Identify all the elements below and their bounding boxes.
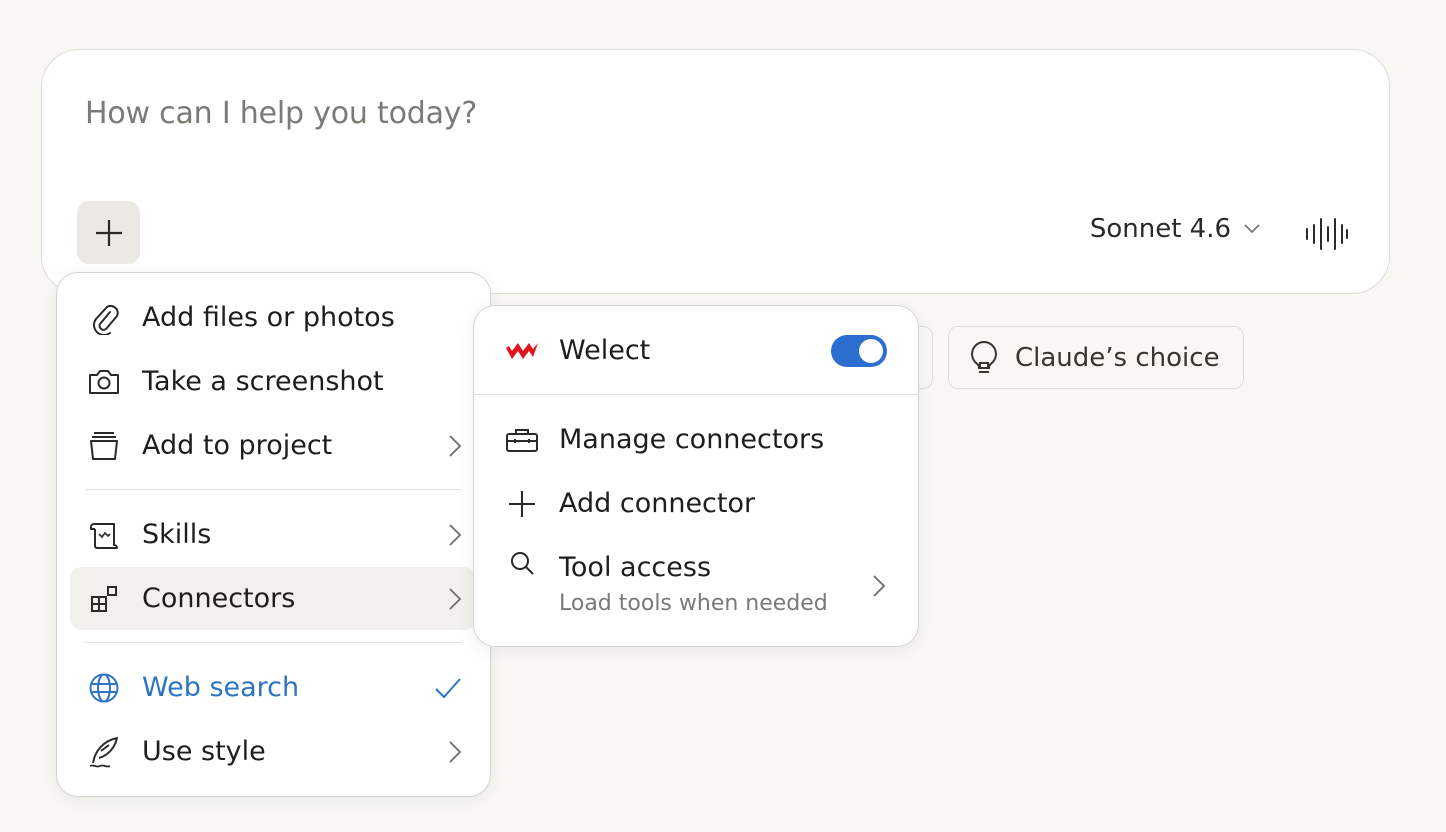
checkmark-icon — [434, 676, 462, 700]
lightbulb-icon — [971, 340, 997, 373]
claudes-choice-chip[interactable]: Claude’s choice — [948, 326, 1244, 389]
chevron-right-icon — [872, 574, 886, 602]
connector-welect[interactable]: Welect — [494, 319, 898, 382]
toolbox-icon — [494, 426, 550, 454]
menu-item-connectors[interactable]: Connectors — [70, 567, 476, 630]
scroll-icon — [78, 520, 130, 550]
voice-mode-button[interactable] — [1305, 217, 1349, 255]
quill-icon — [78, 735, 130, 769]
menu-item-use-style[interactable]: Use style — [70, 720, 476, 783]
menu-item-skills[interactable]: Skills — [70, 503, 476, 566]
tool-access-label: Tool access — [559, 552, 712, 583]
menu-item-label: Take a screenshot — [142, 366, 384, 397]
project-stack-icon — [78, 431, 130, 461]
menu-item-label: Add files or photos — [142, 302, 395, 333]
menu-item-label: Add connector — [559, 488, 756, 519]
plus-icon — [95, 219, 122, 246]
chevron-right-icon — [448, 434, 462, 458]
menu-item-add-to-project[interactable]: Add to project — [70, 414, 476, 477]
chevron-right-icon — [448, 523, 462, 547]
chat-composer[interactable]: How can I help you today? Sonnet 4.6 — [41, 49, 1390, 294]
chip-label: Claude’s choice — [1015, 342, 1220, 373]
menu-divider — [85, 642, 462, 643]
chevron-down-icon — [1244, 224, 1260, 234]
menu-item-screenshot[interactable]: Take a screenshot — [70, 350, 476, 413]
menu-item-label: Connectors — [142, 583, 296, 614]
prompt-input[interactable]: How can I help you today? — [85, 96, 477, 131]
connectors-submenu: Welect Manage connectors Add connector T… — [473, 305, 919, 647]
chevron-right-icon — [448, 740, 462, 764]
submenu-divider — [474, 394, 918, 395]
tool-access-text: Tool access Load tools when needed — [559, 552, 872, 616]
add-content-button[interactable] — [77, 201, 140, 264]
waveform-icon — [1306, 218, 1348, 250]
menu-item-label: Manage connectors — [559, 424, 825, 455]
model-selector[interactable]: Sonnet 4.6 — [1090, 214, 1261, 244]
camera-icon — [78, 368, 130, 396]
add-connector-item[interactable]: Add connector — [494, 472, 898, 535]
menu-item-label: Use style — [142, 736, 266, 767]
menu-item-web-search[interactable]: Web search — [70, 656, 476, 719]
search-icon — [494, 550, 550, 576]
welect-logo-icon — [494, 340, 550, 362]
menu-divider — [85, 489, 462, 490]
menu-item-label: Add to project — [142, 430, 333, 461]
connectors-icon — [78, 584, 130, 614]
model-label: Sonnet 4.6 — [1089, 214, 1231, 244]
plus-icon — [494, 489, 550, 519]
chevron-right-icon — [448, 587, 462, 611]
menu-item-label: Web search — [142, 672, 300, 703]
tool-access-item[interactable]: Tool access Load tools when needed — [494, 538, 898, 620]
menu-item-label: Skills — [142, 519, 212, 550]
welect-toggle[interactable] — [831, 334, 887, 367]
manage-connectors-item[interactable]: Manage connectors — [494, 408, 898, 471]
add-content-menu: Add files or photos Take a screenshot Ad… — [56, 272, 491, 797]
paperclip-icon — [78, 301, 130, 335]
tool-access-sub: Load tools when needed — [559, 591, 828, 616]
globe-icon — [78, 672, 130, 704]
menu-item-add-files[interactable]: Add files or photos — [70, 286, 476, 349]
connector-label: Welect — [559, 335, 651, 366]
